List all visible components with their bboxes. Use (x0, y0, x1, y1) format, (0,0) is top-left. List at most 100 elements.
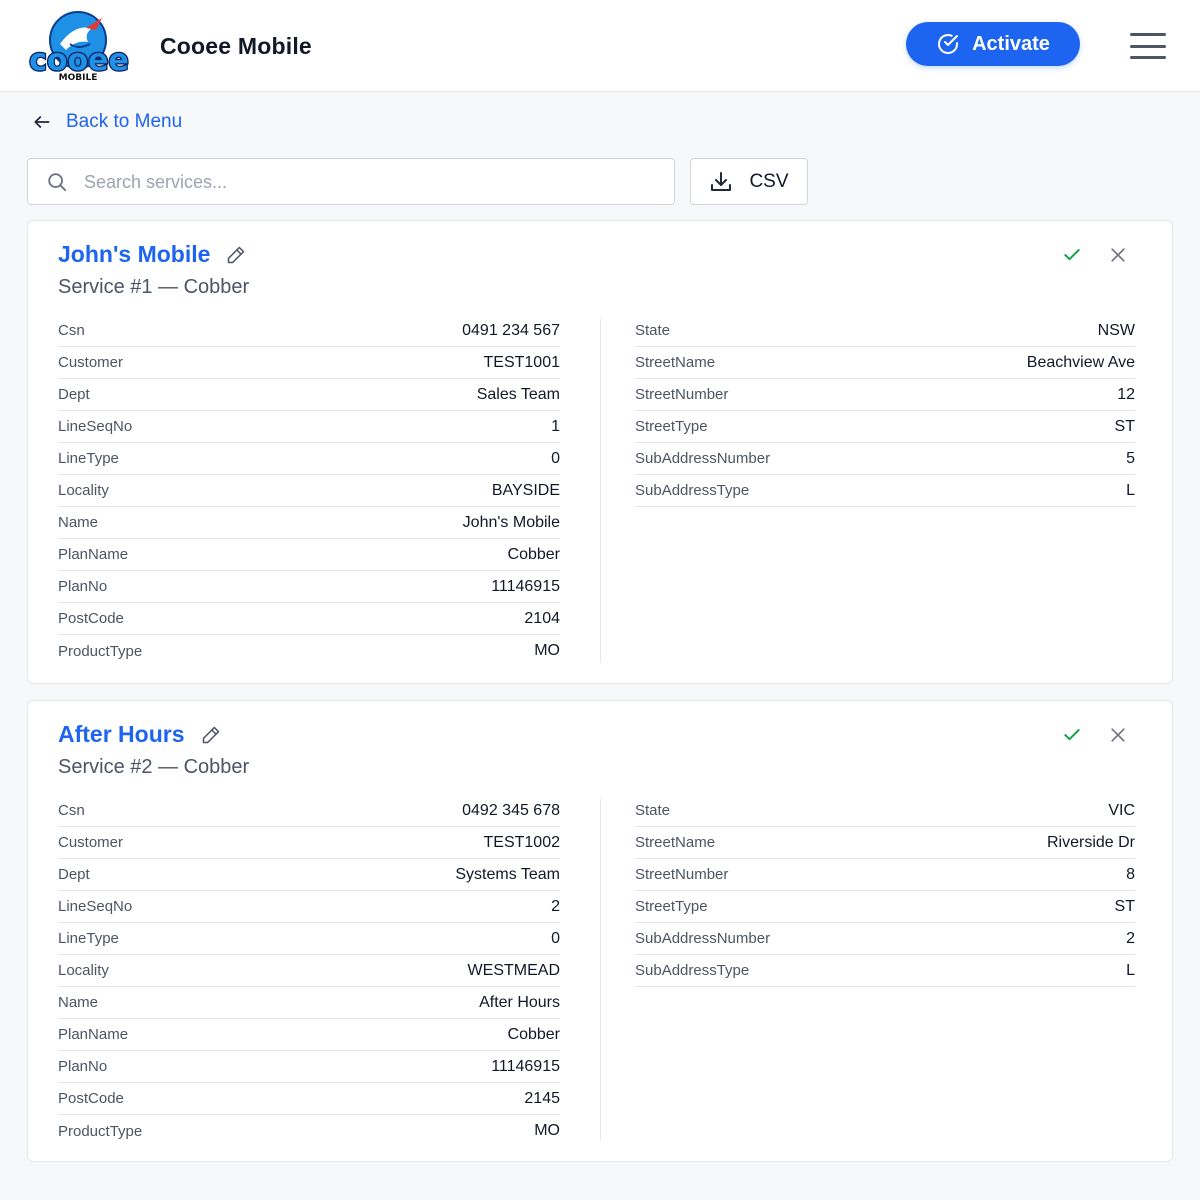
field-label: StreetType (635, 418, 708, 435)
cooee-logo: cooee MOBILE (26, 10, 132, 83)
field-row: Customer TEST1001 (58, 347, 560, 379)
column-divider (600, 799, 601, 1141)
field-row: StreetName Beachview Ave (635, 347, 1135, 379)
field-value: TEST1002 (483, 833, 560, 851)
field-row: PlanName Cobber (58, 1019, 560, 1051)
check-icon[interactable] (1062, 725, 1082, 745)
field-value: After Hours (479, 993, 560, 1011)
field-value: 12 (1117, 385, 1135, 403)
field-label: Csn (58, 322, 85, 339)
field-value: 5 (1126, 449, 1135, 467)
field-row: SubAddressType L (635, 475, 1135, 507)
field-label: Customer (58, 354, 124, 371)
field-row: LineType 0 (58, 923, 560, 955)
field-row: PlanNo 11146915 (58, 1051, 560, 1083)
field-label: StreetNumber (635, 866, 729, 883)
field-value: 11146915 (491, 1057, 560, 1075)
back-to-menu-link[interactable]: Back to Menu (32, 108, 182, 136)
search-box (27, 158, 675, 205)
field-label: SubAddressType (635, 962, 750, 979)
field-row: Name After Hours (58, 987, 560, 1019)
field-row: LineSeqNo 2 (58, 891, 560, 923)
field-value: L (1126, 481, 1135, 499)
field-value: 8 (1126, 865, 1135, 883)
field-label: StreetType (635, 898, 708, 915)
field-row: Name John's Mobile (58, 507, 560, 539)
field-row: State VIC (635, 795, 1135, 827)
field-value: ST (1114, 897, 1135, 915)
field-value: Systems Team (455, 865, 560, 883)
field-label: PlanName (58, 546, 129, 563)
field-row: Locality WESTMEAD (58, 955, 560, 987)
field-value: 0491 234 567 (462, 321, 560, 339)
check-icon[interactable] (1062, 245, 1082, 265)
pencil-icon[interactable] (226, 245, 246, 265)
field-value: John's Mobile (462, 513, 560, 531)
close-icon[interactable] (1108, 245, 1128, 265)
field-label: ProductType (58, 642, 143, 660)
service-fields-right: State VIC StreetName Riverside Dr StreetNu… (635, 795, 1135, 987)
field-label: Locality (58, 482, 109, 499)
field-row: SubAddressNumber 5 (635, 443, 1135, 475)
field-value: 2145 (524, 1089, 560, 1107)
field-row: ProductType MO (58, 635, 560, 667)
app-header: cooee MOBILE Cooee Mobile Activate (0, 0, 1200, 92)
field-row: Customer TEST1002 (58, 827, 560, 859)
field-value: ST (1114, 417, 1135, 435)
field-row: Csn 0492 345 678 (58, 795, 560, 827)
field-row: StreetNumber 8 (635, 859, 1135, 891)
check-circle-icon (938, 34, 959, 54)
field-value: 11146915 (491, 577, 560, 595)
field-value: TEST1001 (483, 353, 560, 371)
field-value: 1 (551, 417, 560, 435)
hamburger-menu-icon[interactable] (1128, 30, 1168, 62)
field-label: StreetNumber (635, 386, 729, 403)
close-icon[interactable] (1108, 725, 1128, 745)
service-title: John's Mobile (58, 241, 211, 267)
field-label: StreetName (635, 834, 716, 851)
field-label: Locality (58, 962, 109, 979)
field-value: Beachview Ave (1026, 353, 1135, 371)
field-label: State (635, 802, 671, 819)
search-input[interactable] (84, 167, 654, 197)
field-label: SubAddressNumber (635, 450, 771, 467)
service-fields-left: Csn 0492 345 678 Customer TEST1002 Dept Sys… (58, 795, 560, 1147)
field-row: LineType 0 (58, 443, 560, 475)
field-value: Sales Team (476, 385, 560, 403)
field-row: LineSeqNo 1 (58, 411, 560, 443)
field-row: StreetNumber 12 (635, 379, 1135, 411)
arrow-left-icon (34, 116, 50, 128)
field-label: PlanName (58, 1026, 129, 1043)
activate-button[interactable]: Activate (906, 22, 1080, 66)
field-value: 0492 345 678 (462, 801, 560, 819)
service-card: John's Mobile Service #1 — Cobber Csn 049… (27, 220, 1173, 684)
field-value: 2 (551, 897, 560, 915)
field-row: StreetType ST (635, 891, 1135, 923)
field-value: MO (534, 642, 560, 659)
field-label: Dept (58, 386, 90, 403)
app-title: Cooee Mobile (160, 33, 312, 59)
column-divider (600, 319, 601, 663)
pencil-icon[interactable] (201, 725, 221, 745)
csv-download-button[interactable]: CSV (690, 158, 808, 205)
field-label: Name (58, 514, 99, 531)
field-label: Dept (58, 866, 90, 883)
field-label: ProductType (58, 1122, 143, 1140)
download-icon (711, 171, 732, 191)
field-label: StreetName (635, 354, 716, 371)
field-value: Cobber (507, 545, 560, 563)
field-label: Name (58, 994, 99, 1011)
field-label: PlanNo (58, 1058, 108, 1075)
activate-label: Activate (972, 32, 1050, 55)
field-label: PostCode (58, 610, 124, 627)
field-value: Cobber (507, 1025, 560, 1043)
field-row: PostCode 2145 (58, 1083, 560, 1115)
field-label: LineType (58, 930, 119, 947)
service-subtitle: Service #1 — Cobber (58, 276, 250, 298)
field-label: State (635, 322, 671, 339)
field-row: PlanName Cobber (58, 539, 560, 571)
field-row: Dept Sales Team (58, 379, 560, 411)
service-card: After Hours Service #2 — Cobber Csn 0492 … (27, 700, 1173, 1162)
field-row: PostCode 2104 (58, 603, 560, 635)
service-fields-right: State NSW StreetName Beachview Ave StreetN… (635, 315, 1135, 507)
